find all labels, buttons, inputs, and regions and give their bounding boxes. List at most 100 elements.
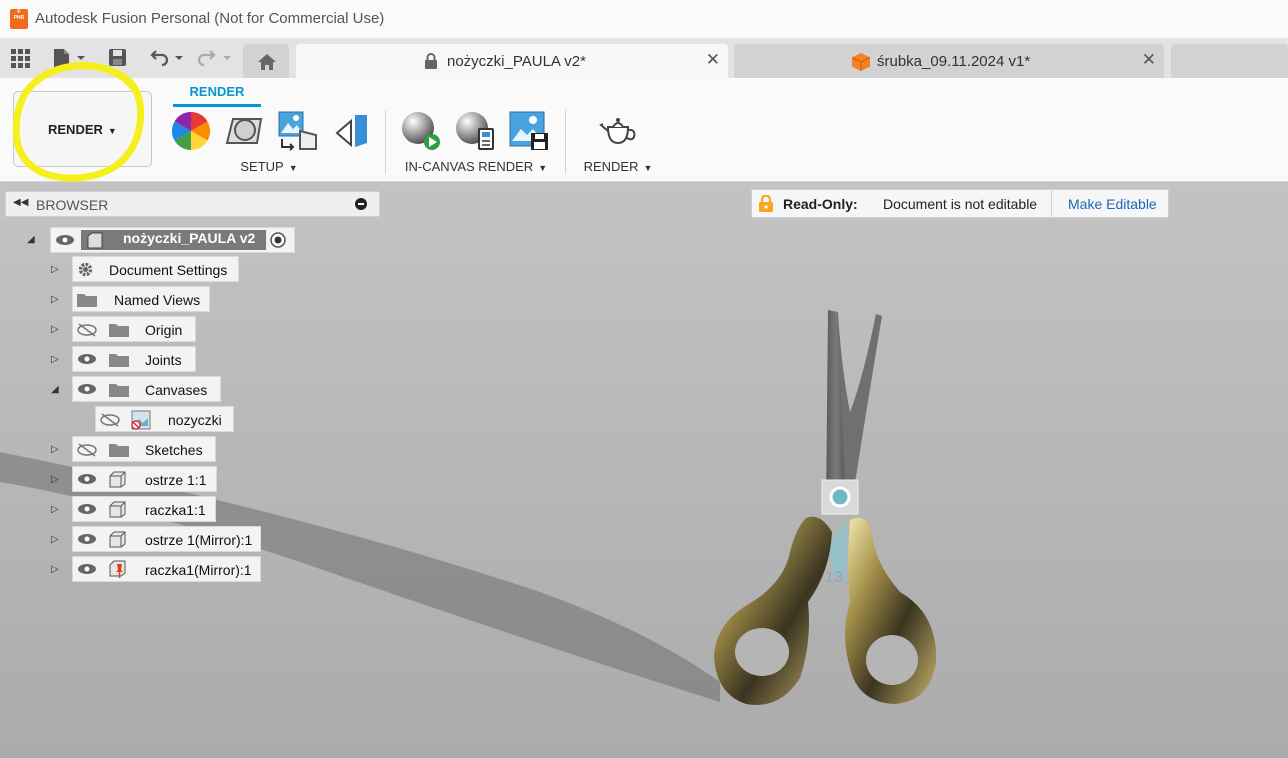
visibility-eye-icon[interactable] <box>77 503 97 515</box>
expand-triangle-icon[interactable]: ▷ <box>51 504 59 515</box>
undo-icon[interactable] <box>148 48 188 68</box>
capture-image-icon[interactable] <box>509 111 549 151</box>
group-label-in-canvas-render[interactable]: IN-CANVAS RENDER ▼ <box>400 159 552 174</box>
close-tab-icon[interactable]: ✕ <box>706 50 720 70</box>
visibility-eye-icon[interactable] <box>77 563 97 575</box>
scene-settings-icon[interactable] <box>225 111 265 151</box>
component-icon <box>109 531 126 548</box>
joint-marker-icon[interactable] <box>829 486 851 508</box>
app-grid-icon[interactable] <box>10 48 30 68</box>
decal-icon[interactable] <box>333 111 373 151</box>
tab-overflow[interactable] <box>1171 44 1288 78</box>
expand-triangle-icon[interactable]: ▷ <box>51 294 59 305</box>
folder-icon <box>109 444 129 457</box>
make-editable-button[interactable]: Make Editable <box>1051 190 1169 217</box>
in-canvas-render-settings-icon[interactable] <box>455 111 495 151</box>
tree-item-sketches[interactable]: Sketches <box>72 436 216 462</box>
tree-item-ostrze[interactable]: ostrze 1:1 <box>72 466 217 492</box>
tree-item-named-views[interactable]: Named Views <box>72 286 210 312</box>
component-pinned-icon <box>109 560 126 578</box>
folder-icon <box>109 384 129 397</box>
setup-label: SETUP <box>240 159 284 174</box>
folder-icon <box>109 324 129 337</box>
expand-triangle-icon[interactable]: ▷ <box>51 534 59 545</box>
close-tab-icon[interactable]: ✕ <box>1142 50 1156 70</box>
fusion-logo-icon: F PHR <box>10 9 28 29</box>
texture-map-icon[interactable] <box>278 111 318 151</box>
handle-right-hole <box>866 635 918 685</box>
tree-item-label: ostrze 1(Mirror):1 <box>145 532 253 548</box>
browser-title: BROWSER <box>36 197 109 213</box>
group-label-render[interactable]: RENDER ▼ <box>580 159 656 174</box>
in-canvas-label: IN-CANVAS RENDER <box>404 159 534 174</box>
activate-radio-icon[interactable] <box>270 232 286 248</box>
tab-inactive-document[interactable]: śrubka_09.11.2024 v1* ✕ <box>734 44 1164 78</box>
lock-icon <box>759 195 773 212</box>
joint-label: 13 <box>825 569 843 586</box>
tree-item-document-settings[interactable]: Document Settings <box>72 256 239 282</box>
expand-triangle-icon[interactable]: ▷ <box>51 324 59 335</box>
tree-item-label: Named Views <box>114 292 201 308</box>
hidden-eye-icon[interactable] <box>100 413 120 427</box>
workspace-name: RENDER <box>48 122 103 137</box>
browser-root-node[interactable]: nożyczki_PAULA v2 <box>50 227 295 253</box>
component-icon <box>109 501 126 518</box>
read-only-label: Read-Only: <box>783 196 858 212</box>
tree-item-label: Sketches <box>145 442 203 458</box>
teapot-render-icon[interactable] <box>598 111 638 151</box>
redo-icon[interactable] <box>196 48 236 68</box>
tree-item-label: Document Settings <box>109 262 228 278</box>
tree-item-canvases[interactable]: Canvases <box>72 376 221 402</box>
tree-item-origin[interactable]: Origin <box>72 316 196 342</box>
tree-item-ostrze-mirror[interactable]: ostrze 1(Mirror):1 <box>72 526 261 552</box>
tree-item-raczka[interactable]: raczka1:1 <box>72 496 216 522</box>
canvas-image-icon <box>131 410 151 430</box>
folder-icon <box>77 294 97 307</box>
group-label-setup[interactable]: SETUP ▼ <box>235 159 303 174</box>
make-editable-label: Make Editable <box>1068 196 1157 212</box>
workspace-label: RENDER ▼ <box>48 122 117 137</box>
expand-triangle-icon[interactable]: ▷ <box>51 264 59 275</box>
collapse-panel-icon[interactable]: ◀◀ <box>13 197 28 208</box>
visibility-eye-icon[interactable] <box>55 234 75 246</box>
component-icon <box>109 471 126 488</box>
tree-item-canvas-nozyczki[interactable]: nozyczki <box>95 406 234 432</box>
expand-triangle-icon[interactable]: ▷ <box>51 564 59 575</box>
hidden-eye-icon[interactable] <box>77 323 97 337</box>
collapse-triangle-icon[interactable]: ◢ <box>51 384 59 395</box>
root-label: nożyczki_PAULA v2 <box>123 230 256 246</box>
logo-sub: PHR <box>13 15 25 21</box>
chevron-down-icon: ▼ <box>107 126 117 136</box>
title-bar: F PHR Autodesk Fusion Personal (Not for C… <box>0 0 1288 38</box>
expand-triangle-icon[interactable]: ▷ <box>51 444 59 455</box>
expand-triangle-icon[interactable]: ▷ <box>51 354 59 365</box>
chevron-down-icon: ▼ <box>288 163 298 173</box>
visibility-eye-icon[interactable] <box>77 473 97 485</box>
appearance-icon[interactable] <box>171 111 211 151</box>
file-menu-icon[interactable] <box>52 48 88 68</box>
chevron-down-icon: ▼ <box>538 163 548 173</box>
visibility-eye-icon[interactable] <box>77 383 97 395</box>
tab-active-document[interactable]: nożyczki_PAULA v2* ✕ <box>296 44 728 78</box>
read-only-message: Document is not editable <box>883 196 1038 212</box>
tree-item-raczka-mirror[interactable]: raczka1(Mirror):1 <box>72 556 261 582</box>
tab-label-inactive: śrubka_09.11.2024 v1* <box>877 53 1031 70</box>
visibility-eye-icon[interactable] <box>77 533 97 545</box>
home-tab[interactable] <box>243 44 289 78</box>
tab-render[interactable]: RENDER <box>173 84 261 107</box>
tree-item-label: ostrze 1:1 <box>145 472 207 488</box>
handle-left-hole <box>735 628 789 676</box>
tree-item-label: raczka1:1 <box>145 502 206 518</box>
in-canvas-render-icon[interactable] <box>401 111 441 151</box>
save-icon[interactable] <box>108 48 128 68</box>
minimize-panel-icon[interactable] <box>355 198 367 210</box>
visibility-eye-icon[interactable] <box>77 353 97 365</box>
collapse-triangle-icon[interactable]: ◢ <box>27 234 35 245</box>
home-icon <box>258 54 276 70</box>
hidden-eye-icon[interactable] <box>77 443 97 457</box>
tree-item-label: Joints <box>145 352 182 368</box>
workspace-switcher-button[interactable]: RENDER ▼ <box>13 91 152 167</box>
expand-triangle-icon[interactable]: ▷ <box>51 474 59 485</box>
tree-item-label: Canvases <box>145 382 208 398</box>
tree-item-joints[interactable]: Joints <box>72 346 196 372</box>
